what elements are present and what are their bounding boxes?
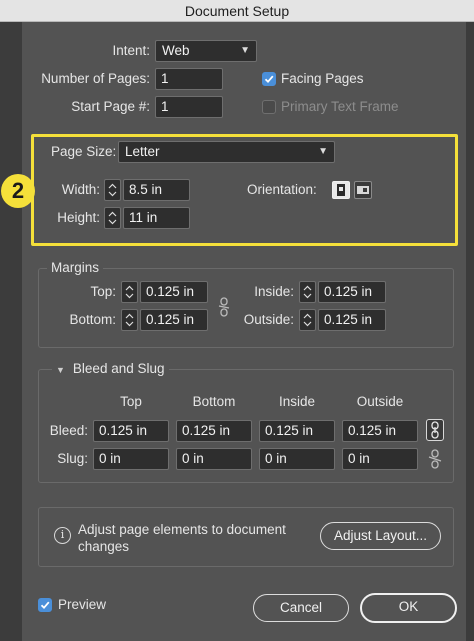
column-header-inside: Inside <box>278 394 316 409</box>
start-page-input[interactable]: 1 <box>155 96 223 118</box>
page-size-label: Page Size: <box>51 144 117 159</box>
height-stepper[interactable] <box>104 207 121 229</box>
column-header-top: Top <box>120 394 142 409</box>
chevron-down-icon: ▼ <box>56 365 65 375</box>
margin-top-input[interactable]: 0.125 in <box>140 281 208 303</box>
number-of-pages-label: Number of Pages: <box>41 71 150 86</box>
bleed-slug-legend: Bleed and Slug <box>72 361 165 376</box>
preview-label: Preview <box>58 597 107 612</box>
slug-inside-input[interactable]: 0 in <box>259 448 335 470</box>
start-page-label: Start Page #: <box>71 99 150 114</box>
chevron-down-icon: ▼ <box>318 146 328 157</box>
number-of-pages-input[interactable]: 1 <box>155 68 223 90</box>
slug-label: Slug: <box>57 451 88 466</box>
column-header-outside: Outside <box>356 394 404 409</box>
checkmark-icon <box>264 75 274 84</box>
cancel-button[interactable]: Cancel <box>253 594 349 622</box>
bleed-inside-input[interactable]: 0.125 in <box>259 420 335 442</box>
page-size-value: Letter <box>125 144 160 159</box>
margin-bottom-label: Bottom: <box>69 312 116 327</box>
facing-pages-checkbox[interactable] <box>262 72 276 86</box>
margin-bottom-input[interactable]: 0.125 in <box>140 309 208 331</box>
slug-bottom-input[interactable]: 0 in <box>176 448 252 470</box>
slug-top-input[interactable]: 0 in <box>93 448 169 470</box>
callout-badge: 2 <box>1 174 35 208</box>
slug-unlink-icon[interactable] <box>427 448 443 473</box>
margin-top-label: Top: <box>90 284 116 299</box>
bleed-bottom-input[interactable]: 0.125 in <box>176 420 252 442</box>
ok-button[interactable]: OK <box>360 593 457 623</box>
height-input[interactable]: 11 in <box>123 207 190 229</box>
landscape-icon <box>357 186 369 194</box>
portrait-orientation-button[interactable] <box>332 181 350 199</box>
primary-text-frame-checkbox[interactable] <box>262 100 276 114</box>
width-input[interactable]: 8.5 in <box>123 179 190 201</box>
margin-outside-input[interactable]: 0.125 in <box>318 309 386 331</box>
margin-top-stepper[interactable] <box>121 281 138 303</box>
margins-legend: Margins <box>47 260 104 276</box>
bleed-link-icon[interactable] <box>426 419 444 441</box>
adjust-message-line2: changes <box>78 539 130 554</box>
intent-value: Web <box>162 43 190 58</box>
margin-inside-stepper[interactable] <box>299 281 316 303</box>
chevron-down-icon: ▼ <box>240 45 250 56</box>
page-size-select[interactable]: Letter ▼ <box>118 141 335 163</box>
bleed-slug-toggle[interactable]: ▼ Bleed and Slug <box>52 361 169 378</box>
checkmark-icon <box>40 601 50 610</box>
margin-inside-label: Inside: <box>254 284 294 299</box>
portrait-icon <box>337 184 345 196</box>
bleed-label: Bleed: <box>49 423 88 438</box>
window-left-edge <box>0 22 22 641</box>
preview-checkbox[interactable] <box>38 598 52 612</box>
intent-select[interactable]: Web ▼ <box>155 40 257 62</box>
margin-outside-label: Outside: <box>243 312 294 327</box>
intent-label: Intent: <box>112 43 150 58</box>
facing-pages-label: Facing Pages <box>281 71 364 86</box>
landscape-orientation-button[interactable] <box>354 181 372 199</box>
adjust-layout-button[interactable]: Adjust Layout... <box>320 522 441 550</box>
margin-inside-input[interactable]: 0.125 in <box>318 281 386 303</box>
orientation-label: Orientation: <box>247 182 317 197</box>
slug-outside-input[interactable]: 0 in <box>342 448 418 470</box>
dialog-title: Document Setup <box>0 0 474 22</box>
bleed-outside-input[interactable]: 0.125 in <box>342 420 418 442</box>
margin-bottom-stepper[interactable] <box>121 309 138 331</box>
margin-outside-stepper[interactable] <box>299 309 316 331</box>
primary-text-frame-label: Primary Text Frame <box>281 99 399 114</box>
height-label: Height: <box>57 210 100 225</box>
info-icon: i <box>54 527 71 544</box>
width-stepper[interactable] <box>104 179 121 201</box>
width-label: Width: <box>61 182 100 197</box>
margins-group <box>38 268 454 348</box>
column-header-bottom: Bottom <box>192 394 236 409</box>
window-right-edge <box>466 22 474 641</box>
bleed-top-input[interactable]: 0.125 in <box>93 420 169 442</box>
adjust-message-line1: Adjust page elements to document <box>78 522 286 537</box>
